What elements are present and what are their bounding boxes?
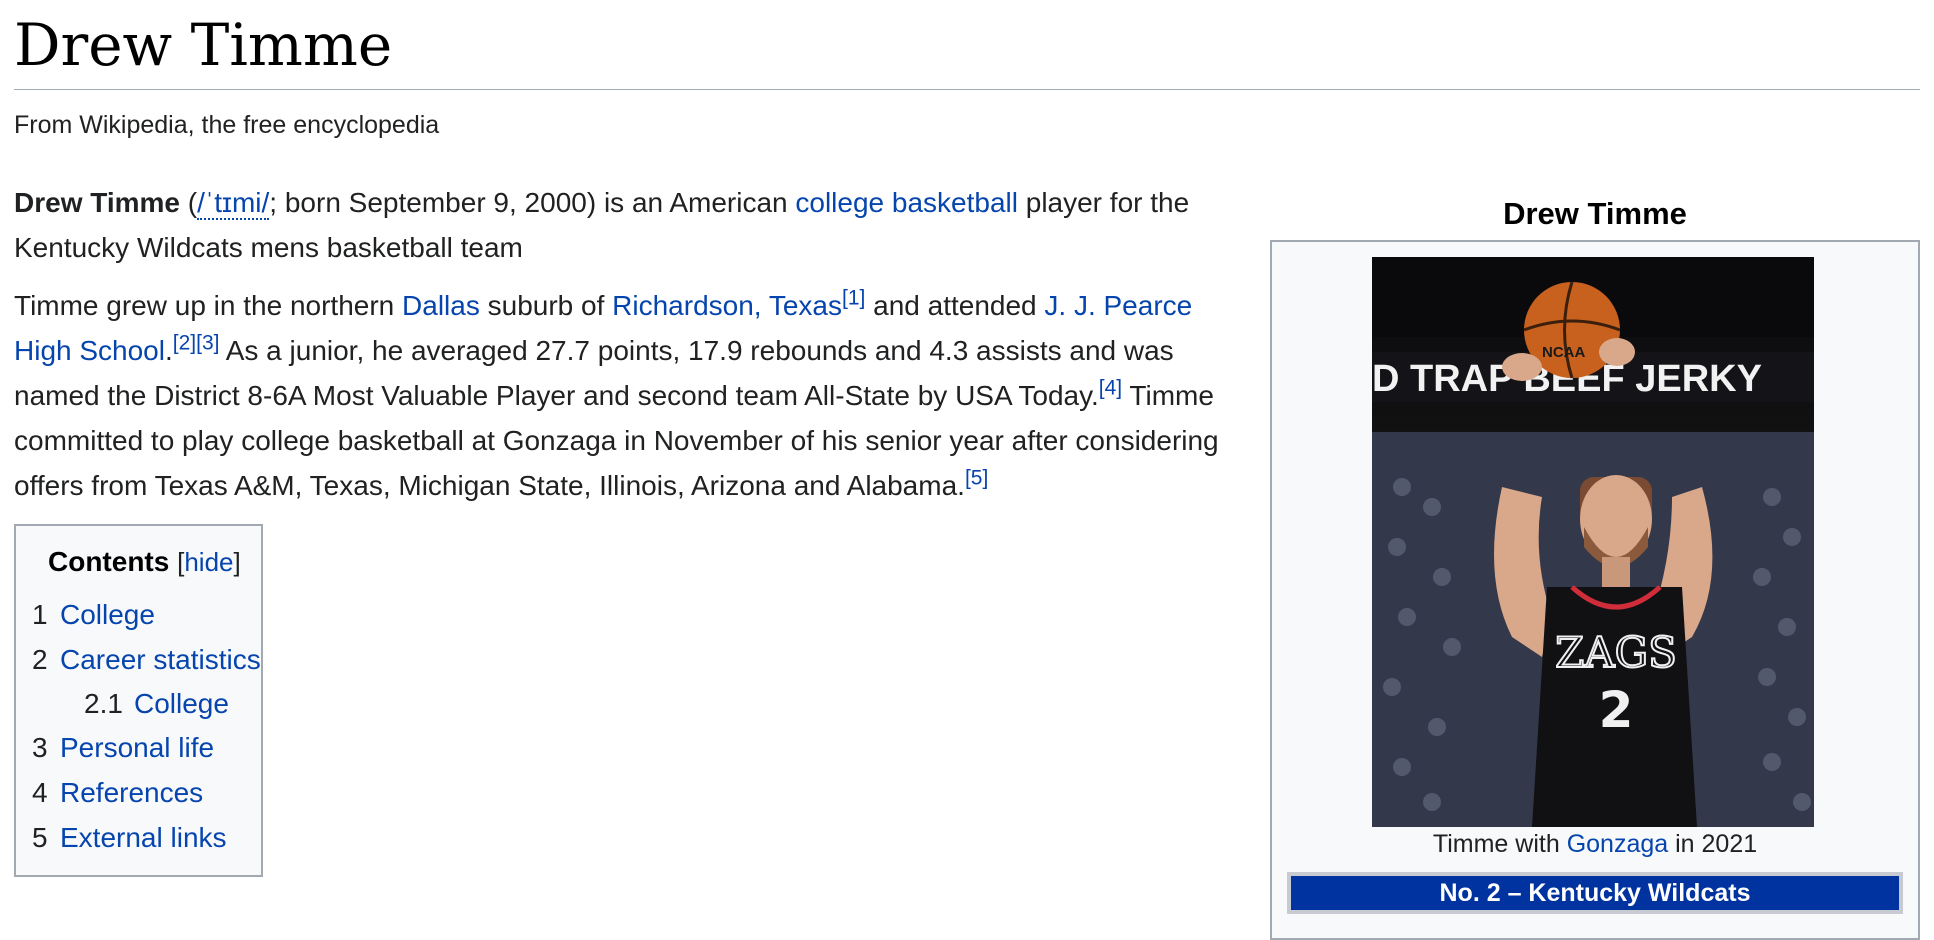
toc-link[interactable]: References <box>60 770 203 815</box>
title-divider <box>14 89 1920 90</box>
reference-link-5[interactable]: [5] <box>965 467 988 490</box>
toc-number: 4 <box>32 777 48 808</box>
jersey-number: 2 <box>1599 681 1634 739</box>
site-tagline: From Wikipedia, the free encyclopedia <box>14 111 440 139</box>
caption-text: in 2021 <box>1668 830 1758 858</box>
page-title: Drew Timme <box>14 11 393 79</box>
toc-title: Contents <box>48 546 170 577</box>
reference-link-4[interactable]: [4] <box>1099 377 1122 400</box>
college-basketball-link[interactable]: college basketball <box>795 187 1018 218</box>
toc-number: 1 <box>32 599 48 630</box>
subject-name: Drew Timme <box>14 187 180 218</box>
dallas-link[interactable]: Dallas <box>402 290 480 321</box>
reference-link-2[interactable]: [2] <box>173 332 196 355</box>
toc-number: 3 <box>32 732 48 763</box>
body-text: and attended <box>865 290 1045 321</box>
early-life-paragraph: Timme grew up in the northern Dallas sub… <box>14 283 1239 508</box>
toc-link[interactable]: External links <box>60 815 227 860</box>
toc-number: 2 <box>32 644 48 675</box>
ball-logo-text: NCAA <box>1542 344 1585 361</box>
photo-caption: Timme with Gonzaga in 2021 <box>1270 830 1920 859</box>
toc-link[interactable]: Personal life <box>60 725 214 770</box>
toc-number: 5 <box>32 822 48 853</box>
toc-header: Contents [hide] <box>48 546 241 578</box>
body-text: Timme grew up in the northern <box>14 290 403 321</box>
body-text: suburb of <box>479 290 613 321</box>
intro-text: ( <box>180 187 198 218</box>
toc-link[interactable]: College <box>134 682 229 725</box>
table-of-contents: Contents [hide] 1 College 2 Career stati… <box>14 524 263 877</box>
toc-link[interactable]: Career statistics <box>60 637 261 682</box>
body-text: . <box>164 335 173 366</box>
intro-text: ; born September 9, 2000) is an American <box>269 187 796 218</box>
team-header-bar: No. 2 – Kentucky Wildcats <box>1287 872 1903 914</box>
player-photo-illustration: D TRAP BEEF JERKY ZAGS 2 NCAA <box>1372 257 1814 827</box>
ipa-pronunciation-link[interactable]: /ˈtɪmi/ <box>197 187 270 220</box>
richardson-texas-link[interactable]: Richardson, Texas <box>612 290 842 321</box>
infobox-title: Drew Timme <box>1503 196 1687 231</box>
intro-paragraph: Drew Timme (/ˈtɪmi/; born September 9, 2… <box>14 180 1239 270</box>
toc-bracket: ] <box>233 547 241 577</box>
gonzaga-link[interactable]: Gonzaga <box>1567 830 1668 858</box>
toc-hide-toggle[interactable]: hide <box>184 547 233 577</box>
reference-link-1[interactable]: [1] <box>842 287 865 310</box>
toc-number: 2.1 <box>84 688 123 719</box>
reference-link-3[interactable]: [3] <box>196 332 219 355</box>
player-photo[interactable]: D TRAP BEEF JERKY ZAGS 2 NCAA <box>1372 257 1814 827</box>
jersey-text: ZAGS <box>1555 628 1677 677</box>
caption-text: Timme with <box>1432 830 1567 858</box>
toc-link[interactable]: College <box>60 592 155 637</box>
